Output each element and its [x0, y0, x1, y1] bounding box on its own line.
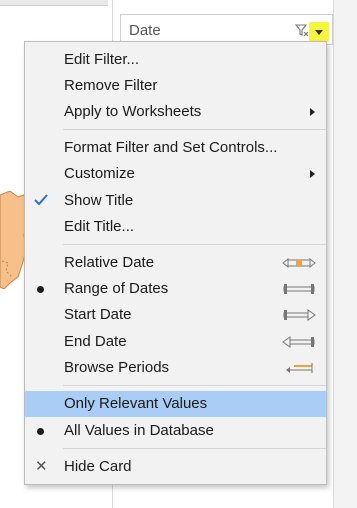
radio-bullet-icon	[37, 428, 44, 435]
menu-item-label: Range of Dates	[64, 280, 169, 297]
start-date-icon	[283, 309, 316, 321]
card-dropdown-button[interactable]	[309, 22, 329, 42]
menu-item-edit-title[interactable]: Edit Title...	[25, 214, 326, 240]
chevron-down-icon	[315, 30, 323, 35]
menu-item-all-values-in-database[interactable]: All Values in Database	[25, 418, 326, 444]
submenu-arrow-icon	[310, 170, 315, 178]
menu-item-label: Hide Card	[64, 458, 132, 475]
menu-item-label: All Values in Database	[64, 422, 214, 439]
range-of-dates-icon	[283, 284, 315, 294]
menu-item-label: Edit Title...	[64, 218, 135, 235]
close-icon: ✕	[35, 458, 48, 475]
menu-item-range-of-dates[interactable]: Range of Dates	[25, 276, 326, 302]
menu-item-format-filter[interactable]: Format Filter and Set Controls...	[25, 135, 326, 161]
submenu-arrow-icon	[310, 108, 315, 116]
end-date-icon	[282, 336, 315, 348]
menu-item-label: Apply to Worksheets	[64, 103, 202, 120]
menu-item-label: Only Relevant Values	[64, 395, 208, 412]
filter-card-title: Date	[129, 22, 161, 39]
menu-item-only-relevant-values[interactable]: Only Relevant Values	[25, 391, 326, 417]
radio-bullet-icon	[37, 286, 44, 293]
menu-item-label: End Date	[64, 333, 127, 350]
relative-date-icon	[282, 257, 316, 269]
menu-item-start-date[interactable]: Start Date	[25, 302, 326, 328]
menu-separator	[63, 385, 326, 386]
menu-item-label: Show Title	[64, 192, 134, 209]
clear-filter-icon[interactable]	[295, 23, 309, 37]
menu-separator	[63, 448, 326, 449]
menu-item-browse-periods[interactable]: Browse Periods	[25, 355, 326, 381]
menu-item-customize[interactable]: Customize	[25, 161, 326, 187]
checkmark-icon	[34, 194, 48, 206]
menu-item-relative-date[interactable]: Relative Date	[25, 250, 326, 276]
menu-separator	[63, 129, 326, 130]
browse-periods-icon	[286, 363, 313, 373]
menu-item-label: Edit Filter...	[64, 51, 140, 68]
menu-item-edit-filter[interactable]: Edit Filter...	[25, 47, 326, 73]
menu-item-apply-to-worksheets[interactable]: Apply to Worksheets	[25, 99, 326, 125]
filter-context-menu: Edit Filter... Remove Filter Apply to Wo…	[24, 41, 327, 485]
menu-item-label: Browse Periods	[64, 359, 170, 376]
menu-item-label: Start Date	[64, 306, 132, 323]
menu-item-hide-card[interactable]: ✕ Hide Card	[25, 454, 326, 480]
worksheet-toolbar-strip	[0, 0, 108, 6]
menu-item-end-date[interactable]: End Date	[25, 329, 326, 355]
menu-item-show-title[interactable]: Show Title	[25, 188, 326, 214]
menu-item-label: Remove Filter	[64, 77, 158, 94]
menu-item-remove-filter[interactable]: Remove Filter	[25, 73, 326, 99]
menu-item-label: Customize	[64, 165, 135, 182]
menu-item-label: Format Filter and Set Controls...	[64, 139, 278, 156]
menu-item-label: Relative Date	[64, 254, 155, 271]
menu-separator	[63, 244, 326, 245]
right-scroll-rail	[334, 0, 357, 508]
